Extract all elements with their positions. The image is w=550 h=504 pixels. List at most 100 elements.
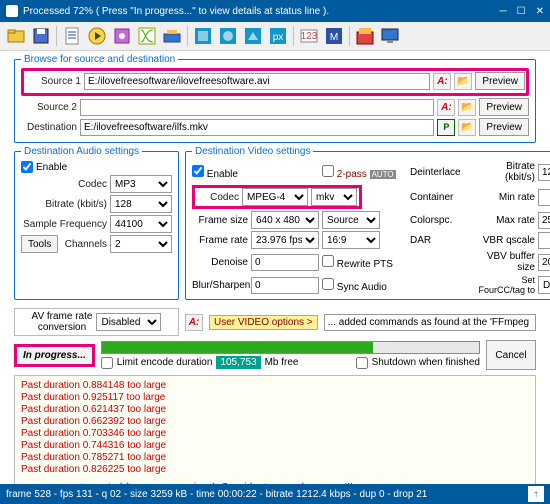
- tool-ff-icon[interactable]: [135, 24, 159, 48]
- tool-doc1-icon[interactable]: [60, 24, 84, 48]
- highlight-source1: Source 1 A: 📂 Preview: [21, 68, 529, 96]
- log-line: Past duration 0.925117 too large: [21, 392, 529, 404]
- audio-ch-label: Channels: [61, 239, 107, 250]
- video-enable-check[interactable]: [192, 165, 204, 177]
- fs-source-select[interactable]: Source: [322, 211, 380, 229]
- audio-codec-select[interactable]: MP3: [110, 175, 172, 193]
- source2-input[interactable]: [80, 99, 434, 116]
- avframe-lbl1: AV frame rate: [32, 311, 93, 322]
- min-input[interactable]: [538, 189, 550, 206]
- vbv-label: VBV buffer size: [475, 251, 535, 273]
- audio-codec-label: Codec: [21, 179, 107, 190]
- tool-123-icon[interactable]: 123: [297, 24, 321, 48]
- source1-label: Source 1: [25, 76, 81, 87]
- browse-icon[interactable]: 📂: [458, 99, 476, 116]
- tool-open-icon[interactable]: [4, 24, 28, 48]
- fr-select[interactable]: 23.976 fps: [251, 231, 319, 249]
- tool-proc-icon[interactable]: [353, 24, 377, 48]
- toolbar: px 123 M: [0, 22, 550, 51]
- tool-blue3-icon[interactable]: [241, 24, 265, 48]
- video-codec-label: Codec: [197, 192, 239, 203]
- video-br-input[interactable]: [538, 164, 550, 181]
- container-select[interactable]: mkv: [311, 188, 357, 206]
- tool-anim-icon[interactable]: [110, 24, 134, 48]
- svg-text:px: px: [273, 32, 284, 43]
- denoise-label: Denoise: [192, 257, 248, 268]
- audio-enable-label: Enable: [36, 162, 67, 173]
- container-label: Container: [410, 192, 472, 203]
- min-label: Min rate: [475, 192, 535, 203]
- up-arrow-icon[interactable]: ↑: [528, 486, 544, 502]
- options-text[interactable]: [324, 314, 536, 331]
- audio-bitrate-select[interactable]: 128: [110, 195, 172, 213]
- tools-button[interactable]: Tools: [21, 235, 58, 253]
- video-enable-label: Enable: [207, 169, 238, 180]
- audio-enable-check[interactable]: [21, 161, 33, 173]
- dar-label: DAR: [410, 235, 472, 246]
- cancel-button[interactable]: Cancel: [486, 340, 536, 370]
- tool-blue4-icon[interactable]: px: [266, 24, 290, 48]
- browse-icon[interactable]: 📂: [458, 119, 476, 136]
- font-a-icon[interactable]: A:: [437, 99, 455, 116]
- audio-sf-select[interactable]: 44100: [110, 215, 172, 233]
- log-line: Past duration 0.785271 too large: [21, 452, 529, 464]
- user-video-options[interactable]: User VIDEO options >: [209, 315, 318, 330]
- log-line: Past duration 0.884148 too large: [21, 380, 529, 392]
- preview2-button[interactable]: Preview: [479, 98, 529, 116]
- minimize-button[interactable]: ─: [500, 6, 507, 17]
- shutdown-label: Shutdown when finished: [372, 357, 480, 368]
- max-input[interactable]: [538, 212, 550, 229]
- audio-ch-select[interactable]: 2: [110, 235, 172, 253]
- p-icon[interactable]: P: [437, 119, 455, 136]
- two-pass-label: 2-pass: [337, 169, 367, 180]
- video-br-label: Bitrate (kbit/s): [475, 161, 535, 183]
- font-a-icon[interactable]: A:: [185, 314, 203, 331]
- tool-play-icon[interactable]: [85, 24, 109, 48]
- auto-badge: AUTO: [370, 170, 396, 179]
- avframe-select[interactable]: Disabled: [96, 313, 161, 331]
- tool-m-icon[interactable]: M: [322, 24, 346, 48]
- close-button[interactable]: ✕: [536, 6, 544, 17]
- log-line: Past duration 0.662392 too large: [21, 416, 529, 428]
- log-line: Past duration 0.744316 too large: [21, 440, 529, 452]
- tool-blue2-icon[interactable]: [216, 24, 240, 48]
- browse-icon[interactable]: 📂: [454, 73, 472, 90]
- avframe-box: AV frame rateconversion Disabled: [14, 308, 179, 336]
- log-output: Past duration 0.884148 too large Past du…: [14, 375, 536, 492]
- tool-save-icon[interactable]: [29, 24, 53, 48]
- title-bar: Processed 72% ( Press "In progress..." t…: [0, 0, 550, 22]
- vbr-input[interactable]: [538, 232, 550, 249]
- two-pass-check[interactable]: [322, 165, 334, 177]
- denoise-input[interactable]: [251, 254, 319, 271]
- aspect-select[interactable]: 16:9: [322, 231, 380, 249]
- video-codec-select[interactable]: MPEG-4: [242, 188, 308, 206]
- source2-label: Source 2: [21, 102, 77, 113]
- video-group: Destination Video settings Enable 2-pass…: [185, 146, 550, 300]
- tool-hw-icon[interactable]: [160, 24, 184, 48]
- vbv-input[interactable]: [538, 254, 550, 271]
- sync-label: Sync Audio: [337, 282, 387, 293]
- shutdown-check[interactable]: [356, 357, 368, 369]
- blur-input[interactable]: [251, 277, 319, 294]
- rewrite-check[interactable]: [322, 255, 334, 267]
- window-title: Processed 72% ( Press "In progress..." t…: [23, 6, 329, 17]
- tool-mon-icon[interactable]: [378, 24, 402, 48]
- fs-select[interactable]: 640 x 480: [251, 211, 319, 229]
- app-icon: [6, 5, 18, 17]
- fcc-select[interactable]: DIVX: [538, 276, 550, 294]
- colorspc-label: Colorspc.: [410, 215, 472, 226]
- source1-input[interactable]: [84, 73, 430, 90]
- preview3-button[interactable]: Preview: [479, 118, 529, 136]
- maximize-button[interactable]: ☐: [517, 6, 526, 17]
- sync-check[interactable]: [322, 278, 334, 290]
- limit-label: Limit encode duration: [117, 357, 213, 368]
- tool-blue1-icon[interactable]: [191, 24, 215, 48]
- dest-input[interactable]: [80, 119, 434, 136]
- svg-text:123: 123: [301, 31, 318, 42]
- browse-group: Browse for source and destination Source…: [14, 54, 536, 143]
- limit-check[interactable]: [101, 357, 113, 369]
- audio-legend: Destination Audio settings: [21, 146, 142, 157]
- preview1-button[interactable]: Preview: [475, 72, 525, 90]
- font-a-icon[interactable]: A:: [433, 73, 451, 90]
- in-progress-button[interactable]: In progress...: [14, 344, 95, 367]
